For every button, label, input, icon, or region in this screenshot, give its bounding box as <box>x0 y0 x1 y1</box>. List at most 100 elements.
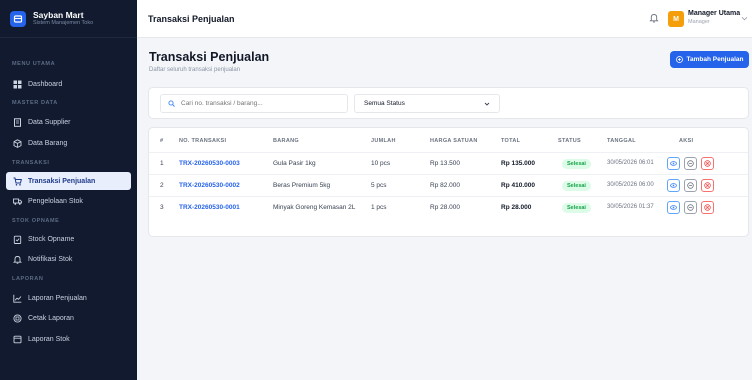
row-number: 2 <box>160 182 164 189</box>
sidebar-item-label: Transaksi Penjualan <box>28 177 96 185</box>
sidebar-item-laporan-penjualan[interactable]: Laporan Penjualan <box>6 289 131 307</box>
sidebar-item-transaksi-penjualan[interactable]: Transaksi Penjualan <box>6 172 131 190</box>
sidebar-item-label: Cetak Laporan <box>28 314 74 322</box>
item-name: Gula Pasir 1kg <box>273 160 316 167</box>
cart-icon <box>13 177 22 186</box>
topbar: Transaksi Penjualan M Manager Utama Mana… <box>137 0 752 38</box>
search-icon <box>168 100 175 107</box>
printer-icon <box>687 160 694 167</box>
item-name: Minyak Goreng Kemasan 2L <box>273 204 356 211</box>
view-button[interactable] <box>667 179 680 192</box>
user-role: Manager <box>688 19 710 25</box>
box-icon <box>13 138 22 148</box>
eye-icon <box>670 161 677 166</box>
sidebar-item-label: Notifikasi Stok <box>28 255 73 263</box>
topbar-title: Transaksi Penjualan <box>148 13 235 24</box>
col-header-date: TANGGAL <box>607 138 636 144</box>
sidebar-item-dashboard[interactable]: Dashboard <box>6 75 131 93</box>
brand[interactable]: Sayban Mart Sistem Manajemen Toko <box>0 0 137 38</box>
search-input[interactable] <box>160 94 348 113</box>
status-badge: Selesai <box>562 203 591 213</box>
unit-price: Rp 28.000 <box>430 204 460 211</box>
sidebar-item-laporan-stok[interactable]: Laporan Stok <box>6 330 131 348</box>
notification-bell-icon[interactable] <box>649 13 659 23</box>
transaction-date: 30/05/2026 01:37 <box>607 204 654 210</box>
eye-icon <box>670 205 677 210</box>
printer-icon <box>13 313 22 323</box>
unit-price: Rp 82.000 <box>430 182 460 189</box>
transaction-link[interactable]: TRX-20260530-0002 <box>179 182 240 189</box>
quantity: 1 pcs <box>371 204 387 211</box>
brand-name: Sayban Mart <box>33 10 84 20</box>
row-number: 1 <box>160 160 164 167</box>
bell-icon <box>13 255 22 264</box>
building-icon <box>13 117 22 127</box>
chevron-down-icon[interactable] <box>741 15 748 22</box>
store-logo-icon <box>10 10 26 27</box>
brand-subtitle: Sistem Manajemen Toko <box>33 20 94 26</box>
add-sale-label: Tambah Penjualan <box>686 56 744 63</box>
delete-button[interactable] <box>701 157 714 170</box>
file-icon <box>13 335 22 344</box>
clipboard-icon <box>13 235 22 244</box>
cancel-icon <box>704 182 711 189</box>
sidebar-item-data-supplier[interactable]: Data Supplier <box>6 113 131 131</box>
sidebar-item-pengelolaan-stok[interactable]: Pengelolaan Stok <box>6 192 131 210</box>
table-row: 1 TRX-20260530-0003 Gula Pasir 1kg 10 pc… <box>149 152 748 174</box>
sidebar-item-notifikasi-stok[interactable]: Notifikasi Stok <box>6 250 131 268</box>
transaction-link[interactable]: TRX-20260530-0003 <box>179 160 240 167</box>
add-sale-button[interactable]: Tambah Penjualan <box>670 51 749 68</box>
section-stok-opname: STOK OPNAME <box>12 218 60 224</box>
col-header-price: HARGA SATUAN <box>430 138 478 144</box>
cancel-icon <box>704 160 711 167</box>
sidebar-item-cetak-laporan[interactable]: Cetak Laporan <box>6 309 131 327</box>
avatar[interactable]: M <box>668 11 684 27</box>
sales-table: # NO. TRANSAKSI BARANG JUMLAH HARGA SATU… <box>148 127 749 237</box>
transaction-date: 30/05/2026 06:00 <box>607 182 654 188</box>
view-button[interactable] <box>667 201 680 214</box>
truck-icon <box>13 197 22 206</box>
section-master-data: MASTER DATA <box>12 100 58 106</box>
cancel-icon <box>704 204 711 211</box>
sidebar: Sayban Mart Sistem Manajemen Toko MENU U… <box>0 0 137 380</box>
row-number: 3 <box>160 204 164 211</box>
col-header-trx: NO. TRANSAKSI <box>179 138 227 144</box>
transaction-date: 30/05/2026 06:01 <box>607 160 654 166</box>
print-button[interactable] <box>684 157 697 170</box>
eye-icon <box>670 183 677 188</box>
col-header-item: BARANG <box>273 138 299 144</box>
filter-bar: Semua Status <box>148 87 749 119</box>
grid-icon <box>13 80 22 89</box>
total: Rp 135.000 <box>501 160 535 167</box>
user-name[interactable]: Manager Utama <box>688 10 740 17</box>
print-button[interactable] <box>684 179 697 192</box>
view-button[interactable] <box>667 157 680 170</box>
sidebar-item-stock-opname[interactable]: Stock Opname <box>6 230 131 248</box>
table-row: 2 TRX-20260530-0002 Beras Premium 5kg 5 … <box>149 174 748 196</box>
print-button[interactable] <box>684 201 697 214</box>
quantity: 10 pcs <box>371 160 391 167</box>
sidebar-item-label: Pengelolaan Stok <box>28 197 83 205</box>
delete-button[interactable] <box>701 179 714 192</box>
section-laporan: LAPORAN <box>12 276 44 282</box>
sidebar-item-label: Laporan Stok <box>28 335 70 343</box>
col-header-actions: AKSI <box>679 138 694 144</box>
sidebar-item-label: Laporan Penjualan <box>28 294 87 302</box>
page-subtitle: Daftar seluruh transaksi penjualan <box>149 67 241 73</box>
page-title: Transaksi Penjualan <box>149 50 270 64</box>
sidebar-item-label: Data Supplier <box>28 118 71 126</box>
col-header-status: STATUS <box>558 138 581 144</box>
sidebar-item-label: Dashboard <box>28 80 63 88</box>
status-badge: Selesai <box>562 159 591 169</box>
total: Rp 410.000 <box>501 182 535 189</box>
transaction-link[interactable]: TRX-20260530-0001 <box>179 204 240 211</box>
col-header-qty: JUMLAH <box>371 138 396 144</box>
sidebar-item-data-barang[interactable]: Data Barang <box>6 134 131 152</box>
status-filter-value: Semua Status <box>364 100 405 107</box>
status-filter-select[interactable]: Semua Status <box>354 94 500 113</box>
section-menu-utama: MENU UTAMA <box>12 61 56 67</box>
section-transaksi: TRANSAKSI <box>12 160 50 166</box>
delete-button[interactable] <box>701 201 714 214</box>
table-row: 3 TRX-20260530-0001 Minyak Goreng Kemasa… <box>149 196 748 218</box>
plus-circle-icon <box>675 56 683 63</box>
